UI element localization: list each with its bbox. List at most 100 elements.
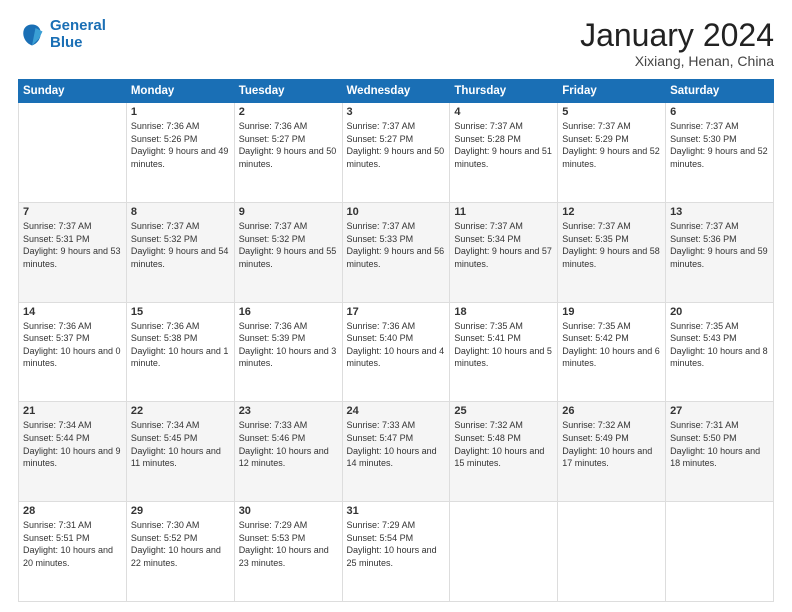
calendar-week-row: 28 Sunrise: 7:31 AM Sunset: 5:51 PM Dayli… [19, 502, 774, 602]
calendar-cell [558, 502, 666, 602]
calendar-cell: 28 Sunrise: 7:31 AM Sunset: 5:51 PM Dayli… [19, 502, 127, 602]
cell-info: Sunrise: 7:32 AM Sunset: 5:48 PM Dayligh… [454, 419, 553, 469]
calendar-day-header: Saturday [666, 80, 774, 103]
calendar-cell: 3 Sunrise: 7:37 AM Sunset: 5:27 PM Daylig… [342, 103, 450, 203]
day-number: 9 [239, 206, 338, 218]
calendar-cell: 23Sunrise: 7:33 AM Sunset: 5:46 PM Dayli… [234, 402, 342, 502]
day-number: 18 [454, 306, 553, 318]
cell-info: Sunrise: 7:37 AM Sunset: 5:31 PM Dayligh… [23, 220, 122, 270]
day-number: 7 [23, 206, 122, 218]
calendar-cell: 9 Sunrise: 7:37 AM Sunset: 5:32 PM Daylig… [234, 202, 342, 302]
calendar-cell: 31 Sunrise: 7:29 AM Sunset: 5:54 PM Dayli… [342, 502, 450, 602]
calendar-cell: 15 Sunrise: 7:36 AM Sunset: 5:38 PM Dayli… [126, 302, 234, 402]
day-number: 24 [347, 405, 446, 417]
cell-info: Sunrise: 7:36 AM Sunset: 5:38 PM Dayligh… [131, 320, 230, 370]
cell-info: Sunrise: 7:36 AM Sunset: 5:40 PM Dayligh… [347, 320, 446, 370]
subtitle: Xixiang, Henan, China [580, 53, 774, 69]
cell-info: Sunrise: 7:29 AM Sunset: 5:54 PM Dayligh… [347, 519, 446, 569]
calendar-cell: 24 Sunrise: 7:33 AM Sunset: 5:47 PM Dayli… [342, 402, 450, 502]
calendar-cell: 30 Sunrise: 7:29 AM Sunset: 5:53 PM Dayli… [234, 502, 342, 602]
calendar-cell: 16 Sunrise: 7:36 AM Sunset: 5:39 PM Dayli… [234, 302, 342, 402]
day-number: 16 [239, 306, 338, 318]
day-number: 5 [562, 106, 661, 118]
main-title: January 2024 [580, 18, 774, 53]
cell-info: Sunrise: 7:37 AM Sunset: 5:32 PM Dayligh… [239, 220, 338, 270]
calendar-cell: 12 Sunrise: 7:37 AM Sunset: 5:35 PM Dayli… [558, 202, 666, 302]
calendar-cell: 1 Sunrise: 7:36 AM Sunset: 5:26 PM Daylig… [126, 103, 234, 203]
day-number: 11 [454, 206, 553, 218]
calendar-cell: 20 Sunrise: 7:35 AM Sunset: 5:43 PM Dayli… [666, 302, 774, 402]
calendar-day-header: Thursday [450, 80, 558, 103]
day-number: 21 [23, 405, 122, 417]
page: General Blue January 2024 Xixiang, Henan… [0, 0, 792, 612]
calendar-cell: 4Sunrise: 7:37 AM Sunset: 5:28 PM Daylig… [450, 103, 558, 203]
day-number: 6 [670, 106, 769, 118]
cell-info: Sunrise: 7:31 AM Sunset: 5:51 PM Dayligh… [23, 519, 122, 569]
day-number: 31 [347, 505, 446, 517]
cell-info: Sunrise: 7:36 AM Sunset: 5:26 PM Dayligh… [131, 120, 230, 170]
cell-info: Sunrise: 7:35 AM Sunset: 5:41 PM Dayligh… [454, 320, 553, 370]
day-number: 1 [131, 106, 230, 118]
day-number: 28 [23, 505, 122, 517]
cell-info: Sunrise: 7:32 AM Sunset: 5:49 PM Dayligh… [562, 419, 661, 469]
cell-info: Sunrise: 7:36 AM Sunset: 5:39 PM Dayligh… [239, 320, 338, 370]
logo-icon [18, 21, 46, 49]
cell-info: Sunrise: 7:37 AM Sunset: 5:27 PM Dayligh… [347, 120, 446, 170]
calendar-cell: 22Sunrise: 7:34 AM Sunset: 5:45 PM Dayli… [126, 402, 234, 502]
day-number: 2 [239, 106, 338, 118]
calendar-cell: 25 Sunrise: 7:32 AM Sunset: 5:48 PM Dayli… [450, 402, 558, 502]
calendar-day-header: Sunday [19, 80, 127, 103]
calendar-cell: 19Sunrise: 7:35 AM Sunset: 5:42 PM Dayli… [558, 302, 666, 402]
cell-info: Sunrise: 7:37 AM Sunset: 5:30 PM Dayligh… [670, 120, 769, 170]
cell-info: Sunrise: 7:37 AM Sunset: 5:32 PM Dayligh… [131, 220, 230, 270]
day-number: 23 [239, 405, 338, 417]
calendar-week-row: 7 Sunrise: 7:37 AM Sunset: 5:31 PM Daylig… [19, 202, 774, 302]
calendar-cell: 18 Sunrise: 7:35 AM Sunset: 5:41 PM Dayli… [450, 302, 558, 402]
calendar-cell: 10 Sunrise: 7:37 AM Sunset: 5:33 PM Dayli… [342, 202, 450, 302]
day-number: 27 [670, 405, 769, 417]
day-number: 14 [23, 306, 122, 318]
cell-info: Sunrise: 7:37 AM Sunset: 5:33 PM Dayligh… [347, 220, 446, 270]
day-number: 3 [347, 106, 446, 118]
cell-info: Sunrise: 7:31 AM Sunset: 5:50 PM Dayligh… [670, 419, 769, 469]
calendar-cell: 27 Sunrise: 7:31 AM Sunset: 5:50 PM Dayli… [666, 402, 774, 502]
calendar-cell: 13 Sunrise: 7:37 AM Sunset: 5:36 PM Dayli… [666, 202, 774, 302]
day-number: 29 [131, 505, 230, 517]
day-number: 8 [131, 206, 230, 218]
calendar-cell: 8 Sunrise: 7:37 AM Sunset: 5:32 PM Daylig… [126, 202, 234, 302]
calendar-day-header: Monday [126, 80, 234, 103]
cell-info: Sunrise: 7:34 AM Sunset: 5:44 PM Dayligh… [23, 419, 122, 469]
calendar-week-row: 1 Sunrise: 7:36 AM Sunset: 5:26 PM Daylig… [19, 103, 774, 203]
day-number: 25 [454, 405, 553, 417]
calendar-cell: 11Sunrise: 7:37 AM Sunset: 5:34 PM Dayli… [450, 202, 558, 302]
cell-info: Sunrise: 7:36 AM Sunset: 5:27 PM Dayligh… [239, 120, 338, 170]
cell-info: Sunrise: 7:33 AM Sunset: 5:47 PM Dayligh… [347, 419, 446, 469]
day-number: 26 [562, 405, 661, 417]
title-block: January 2024 Xixiang, Henan, China [580, 18, 774, 69]
day-number: 13 [670, 206, 769, 218]
day-number: 19 [562, 306, 661, 318]
cell-info: Sunrise: 7:34 AM Sunset: 5:45 PM Dayligh… [131, 419, 230, 469]
day-number: 17 [347, 306, 446, 318]
calendar-cell [19, 103, 127, 203]
calendar-cell: 7 Sunrise: 7:37 AM Sunset: 5:31 PM Daylig… [19, 202, 127, 302]
cell-info: Sunrise: 7:37 AM Sunset: 5:36 PM Dayligh… [670, 220, 769, 270]
logo-line2: Blue [50, 34, 83, 51]
day-number: 30 [239, 505, 338, 517]
day-number: 12 [562, 206, 661, 218]
calendar-cell: 26 Sunrise: 7:32 AM Sunset: 5:49 PM Dayli… [558, 402, 666, 502]
calendar-cell: 14Sunrise: 7:36 AM Sunset: 5:37 PM Dayli… [19, 302, 127, 402]
day-number: 10 [347, 206, 446, 218]
header: General Blue January 2024 Xixiang, Henan… [18, 18, 774, 69]
calendar-cell: 2 Sunrise: 7:36 AM Sunset: 5:27 PM Daylig… [234, 103, 342, 203]
logo: General Blue [18, 18, 106, 51]
calendar-cell [450, 502, 558, 602]
cell-info: Sunrise: 7:29 AM Sunset: 5:53 PM Dayligh… [239, 519, 338, 569]
day-number: 15 [131, 306, 230, 318]
day-number: 20 [670, 306, 769, 318]
calendar-day-header: Friday [558, 80, 666, 103]
calendar-cell [666, 502, 774, 602]
cell-info: Sunrise: 7:37 AM Sunset: 5:35 PM Dayligh… [562, 220, 661, 270]
cell-info: Sunrise: 7:35 AM Sunset: 5:43 PM Dayligh… [670, 320, 769, 370]
day-number: 4 [454, 106, 553, 118]
